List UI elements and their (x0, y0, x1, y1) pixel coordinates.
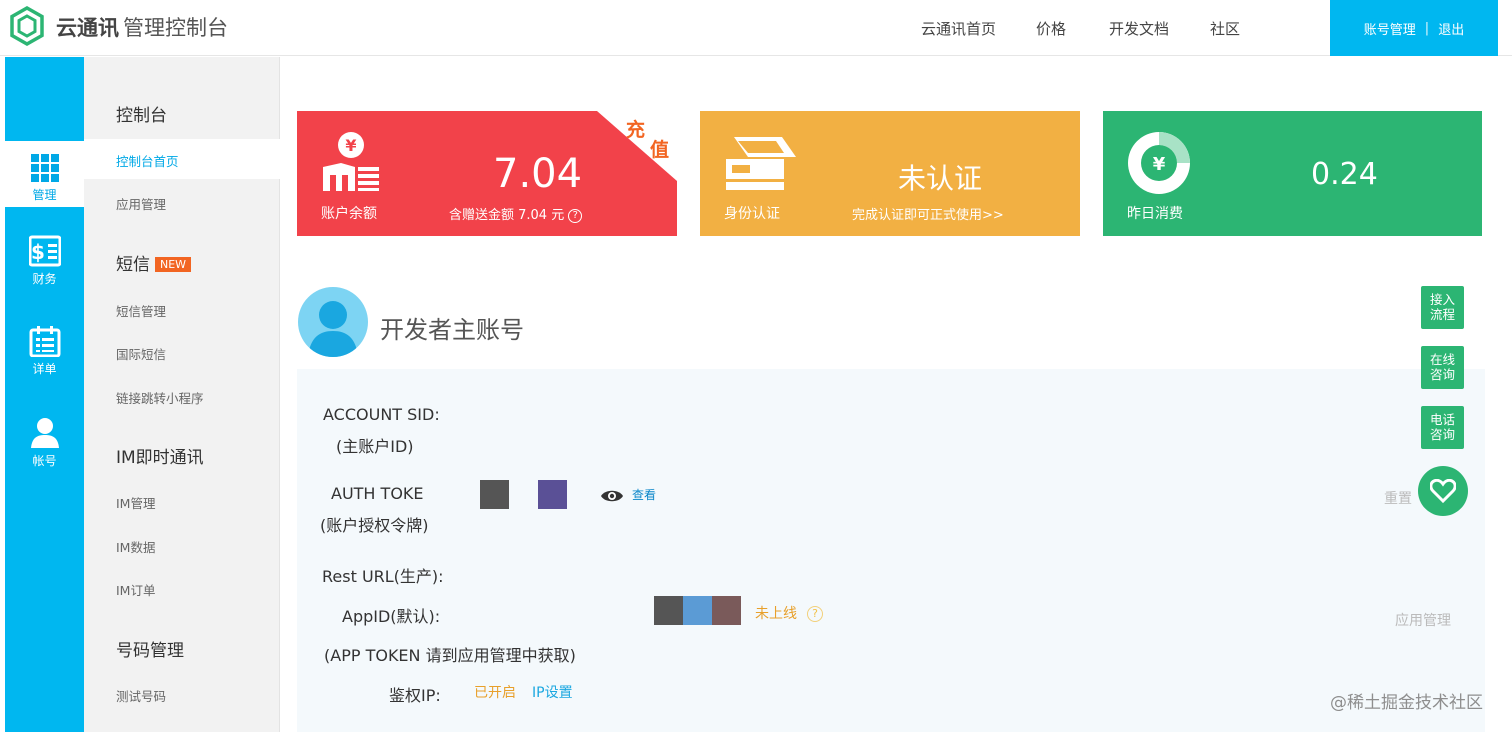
logout-link[interactable]: 退出 (1438, 19, 1464, 38)
calendar-list-icon (29, 326, 60, 357)
recharge-text[interactable]: 值 (650, 135, 669, 162)
help-icon[interactable]: ? (807, 606, 823, 622)
svg-text:¥: ¥ (1153, 154, 1166, 175)
auth-token-label: AUTH TOKE (331, 484, 424, 503)
credentials-panel (297, 369, 1485, 732)
rail-label: 详单 (32, 362, 57, 376)
menu-item-im-manage[interactable]: IM管理 (116, 493, 155, 512)
menu-item-app-manage[interactable]: 应用管理 (116, 194, 166, 213)
rest-url-label: Rest URL(生产): (322, 567, 444, 586)
app-token-note: (APP TOKEN 请到应用管理中获取) (324, 646, 576, 665)
secondary-menu: 控制台 控制台首页 应用管理 短信 NEW 短信管理 国际短信 链接跳转小程序 I… (84, 57, 280, 732)
menu-item-im-order[interactable]: IM订单 (116, 580, 155, 599)
nav-pricing[interactable]: 价格 (1036, 18, 1066, 39)
top-header: 云通讯 管理控制台 云通讯首页 价格 开发文档 社区 账号管理 | 退出 (0, 0, 1512, 56)
ip-status: 已开启 (474, 685, 516, 701)
identity-value: 未认证 (898, 162, 983, 195)
identity-verify-link[interactable]: 完成认证即可正式使用>> (852, 204, 1004, 223)
svg-text:$: $ (31, 240, 45, 264)
rail-label: 管理 (32, 188, 57, 202)
menu-item-test-number[interactable]: 测试号码 (116, 686, 166, 705)
menu-item-console-home[interactable]: 控制台首页 (84, 139, 280, 179)
appid-mask (683, 596, 712, 625)
balance-value: 7.04 (493, 151, 583, 197)
account-manage-link[interactable]: 账号管理 (1364, 19, 1416, 38)
online-consult-button[interactable]: 在线 咨询 (1421, 346, 1464, 389)
balance-label: 账户余额 (321, 206, 377, 222)
yesterday-value: 0.24 (1311, 157, 1378, 192)
help-icon[interactable]: ? (568, 209, 583, 223)
yen-pie-icon: ¥ (1128, 132, 1190, 194)
menu-item-sms-manage[interactable]: 短信管理 (116, 301, 166, 320)
avatar-user-icon (308, 301, 358, 357)
appid-mask (712, 596, 741, 625)
menu-item-im-data[interactable]: IM数据 (116, 537, 155, 556)
rail-item-account[interactable]: 帐号 (5, 417, 84, 497)
rail-item-details[interactable]: 详单 (5, 325, 84, 405)
user-icon (30, 418, 59, 448)
access-flow-button[interactable]: 接入 流程 (1421, 286, 1464, 329)
menu-group-number[interactable]: 号码管理 (116, 636, 184, 661)
nav-docs[interactable]: 开发文档 (1109, 18, 1169, 39)
svg-text:¥: ¥ (345, 136, 356, 155)
balance-sub: 含赠送金额 7.04 元? (449, 204, 583, 223)
finance-icon: $ (28, 235, 61, 267)
id-scanner-icon (726, 137, 796, 190)
token-mask (480, 480, 509, 509)
account-box: 账号管理 | 退出 (1330, 0, 1498, 56)
avatar (298, 287, 368, 357)
nav-community[interactable]: 社区 (1210, 18, 1240, 39)
auth-token-sub: (账户授权令牌) (320, 516, 429, 535)
new-badge: NEW (155, 257, 192, 272)
watermark: @稀土掘金技术社区 (1330, 693, 1483, 713)
reset-token-button[interactable]: 重置 (1384, 488, 1412, 508)
rail-label: 财务 (32, 272, 57, 286)
rail-item-finance[interactable]: $ 财务 (5, 235, 84, 315)
heart-icon (1430, 479, 1456, 503)
app-status: 未上线? (755, 603, 823, 623)
money-stack-icon: ¥ (323, 132, 379, 191)
recharge-text[interactable]: 充 (626, 115, 645, 142)
menu-item-link-jump[interactable]: 链接跳转小程序 (116, 388, 204, 407)
rail-label: 帐号 (32, 454, 57, 468)
identity-card: 身份认证 未认证 完成认证即可正式使用>> (700, 111, 1080, 236)
grid-icon (30, 154, 59, 182)
favorite-button[interactable] (1418, 466, 1468, 516)
identity-label: 身份认证 (724, 206, 780, 222)
menu-group-sms[interactable]: 短信 NEW (116, 250, 192, 275)
auth-ip-label: 鉴权IP: (389, 686, 441, 705)
account-sid-label: ACCOUNT SID: (323, 405, 440, 424)
account-sid-sub: (主账户ID) (336, 437, 414, 456)
icon-rail: 管理 $ 财务 详单 帐号 (5, 57, 84, 732)
eye-icon (601, 490, 623, 502)
logo-icon (10, 6, 44, 46)
rail-item-manage[interactable]: 管理 (5, 141, 84, 207)
ip-settings-link[interactable]: IP设置 (532, 682, 573, 702)
view-token-button[interactable]: 查看 (600, 486, 656, 503)
appid-label: AppID(默认): (342, 607, 441, 626)
token-mask (538, 480, 567, 509)
yesterday-card: ¥ 昨日消费 0.24 (1103, 111, 1482, 236)
appid-mask (654, 596, 683, 625)
menu-group-im[interactable]: IM即时通讯 (116, 443, 204, 468)
phone-consult-button[interactable]: 电话 咨询 (1421, 406, 1464, 449)
separator: | (1424, 20, 1430, 36)
menu-item-intl-sms[interactable]: 国际短信 (116, 344, 166, 363)
app-manage-link[interactable]: 应用管理 (1395, 610, 1451, 630)
developer-title: 开发者主账号 (380, 316, 524, 344)
yesterday-label: 昨日消费 (1127, 206, 1183, 222)
menu-group-console[interactable]: 控制台 (116, 101, 167, 126)
nav-home[interactable]: 云通讯首页 (921, 18, 996, 39)
brand-title: 云通讯 管理控制台 (56, 16, 228, 40)
balance-card: ¥ 账户余额 7.04 含赠送金额 7.04 元? 充 值 (297, 111, 677, 236)
